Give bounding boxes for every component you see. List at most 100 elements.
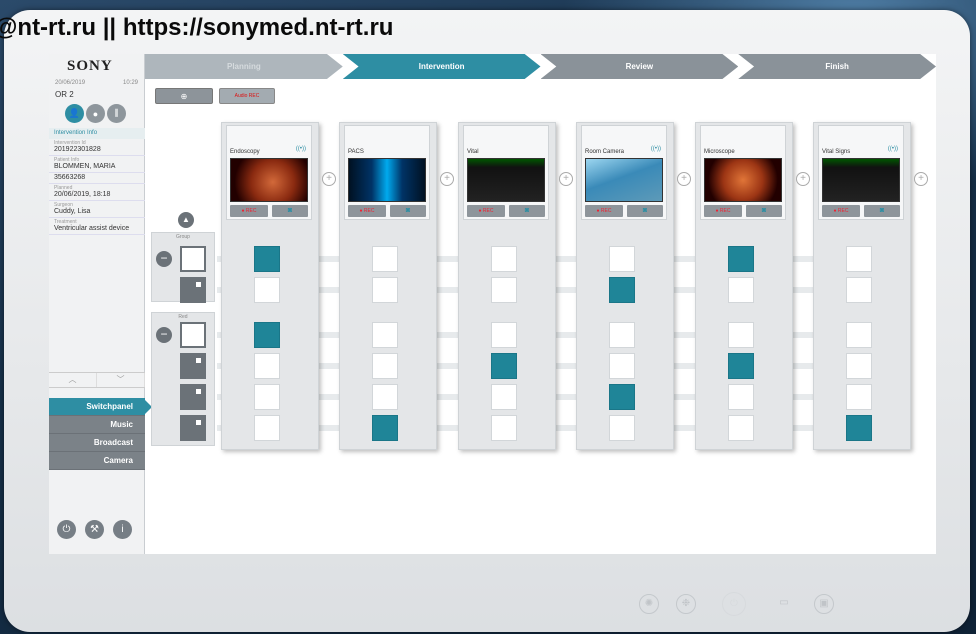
input-icon[interactable]: ▭ [774,594,794,614]
step-planning[interactable]: Planning [145,54,343,79]
route-cell[interactable] [491,322,517,348]
route-cell[interactable] [254,415,280,441]
person-icon[interactable]: 👤 [65,104,84,123]
minus-icon[interactable]: − [156,251,172,267]
source-card[interactable]: Vital ● REC ◙ [463,125,549,220]
source-name: Endoscopy [230,149,260,155]
route-cell[interactable] [728,384,754,410]
route-cell[interactable] [609,277,635,303]
route-cell[interactable] [491,415,517,441]
group-label: Red [178,314,188,320]
camera-icon[interactable]: ◙ [746,205,782,217]
destination-monitor[interactable] [180,277,206,303]
info-icon[interactable]: i [113,520,132,539]
wrench-icon[interactable]: ⚒ [85,520,104,539]
route-cell[interactable] [728,246,754,272]
route-cell[interactable] [846,384,872,410]
source-card[interactable]: PACS ● REC ◙ [344,125,430,220]
menu-item-switchpanel[interactable]: Switchpanel [49,398,152,416]
scroll-down-icon[interactable]: ﹀ [97,373,145,387]
route-cell[interactable] [372,322,398,348]
step-intervention[interactable]: Intervention [342,54,541,79]
add-icon[interactable]: + [796,172,810,186]
route-cell[interactable] [254,246,280,272]
route-cell[interactable] [491,246,517,272]
rec-button[interactable]: ● REC [467,205,505,217]
source-card[interactable]: Vital Signs ((•)) ● REC ◙ [818,125,904,220]
route-cell[interactable] [728,277,754,303]
route-cell[interactable] [491,353,517,379]
scroll-arrows[interactable]: ︿ ﹀ [49,372,145,388]
route-cell[interactable] [491,277,517,303]
camera-icon[interactable]: ◙ [864,205,900,217]
route-cell[interactable] [609,415,635,441]
group-icon[interactable]: ● [86,104,105,123]
rec-button[interactable]: ● REC [585,205,623,217]
route-cell[interactable] [846,277,872,303]
step-finish[interactable]: Finish [738,54,936,79]
menu-item-broadcast[interactable]: Broadcast [49,434,145,452]
route-cell[interactable] [728,322,754,348]
route-cell[interactable] [372,353,398,379]
bottom-icons: ⏻ ⚒ i [57,520,132,539]
route-cell[interactable] [254,384,280,410]
route-cell[interactable] [254,322,280,348]
destination-monitor[interactable] [180,384,206,410]
rec-button[interactable]: ● REC [822,205,860,217]
route-cell[interactable] [846,322,872,348]
camera-icon[interactable]: ◙ [509,205,545,217]
add-icon[interactable]: + [677,172,691,186]
route-cell[interactable] [372,246,398,272]
route-cell[interactable] [728,415,754,441]
source-preview [822,158,900,202]
audio-rec-button[interactable]: Audio REC [219,88,275,104]
camera-icon[interactable]: ◙ [627,205,663,217]
rec-button[interactable]: ● REC [230,205,268,217]
brightness-icon[interactable]: ✺ [639,594,659,614]
rec-button[interactable]: ● REC [348,205,386,217]
route-cell[interactable] [609,384,635,410]
camera-icon[interactable]: ◙ [390,205,426,217]
route-cell[interactable] [846,246,872,272]
menu-icon[interactable]: ▣ [814,594,834,614]
nav-up-icon[interactable]: ▲ [178,212,194,228]
route-cell[interactable] [609,246,635,272]
source-card[interactable]: Microscope ● REC ◙ [700,125,786,220]
route-cell[interactable] [254,277,280,303]
route-cell[interactable] [846,353,872,379]
route-cell[interactable] [609,322,635,348]
menu-item-music[interactable]: Music [49,416,145,434]
destination-monitor[interactable] [180,246,206,272]
scroll-up-icon[interactable]: ︿ [49,373,97,387]
info-header: Intervention Info [49,128,145,139]
route-cell[interactable] [491,384,517,410]
menu-item-camera[interactable]: Camera [49,452,145,470]
destination-monitor[interactable] [180,322,206,348]
contrast-icon[interactable]: ❉ [676,594,696,614]
route-cell[interactable] [728,353,754,379]
sliders-icon[interactable]: ⫼ [107,104,126,123]
source-card[interactable]: Room Camera ((•)) ● REC ◙ [581,125,667,220]
destination-monitor[interactable] [180,353,206,379]
route-cell[interactable] [372,415,398,441]
power-button-icon[interactable]: ⏻ [722,592,746,616]
route-cell[interactable] [846,415,872,441]
field-label: Surgeon [54,202,73,208]
toolbar-button[interactable]: ⊕ [155,88,213,104]
route-cell[interactable] [372,277,398,303]
add-icon[interactable]: + [322,172,336,186]
route-cell[interactable] [609,353,635,379]
route-cell[interactable] [254,353,280,379]
camera-icon[interactable]: ◙ [272,205,308,217]
power-icon[interactable]: ⏻ [57,520,76,539]
screen: SONY 20/06/2019 10:29 OR 2 👤 ● ⫼ Interve… [49,54,936,554]
source-card[interactable]: Endoscopy ((•)) ● REC ◙ [226,125,312,220]
step-review[interactable]: Review [540,54,739,79]
destination-monitor[interactable] [180,415,206,441]
add-icon[interactable]: + [440,172,454,186]
add-icon[interactable]: + [914,172,928,186]
rec-button[interactable]: ● REC [704,205,742,217]
route-cell[interactable] [372,384,398,410]
add-icon[interactable]: + [559,172,573,186]
minus-icon[interactable]: − [156,327,172,343]
